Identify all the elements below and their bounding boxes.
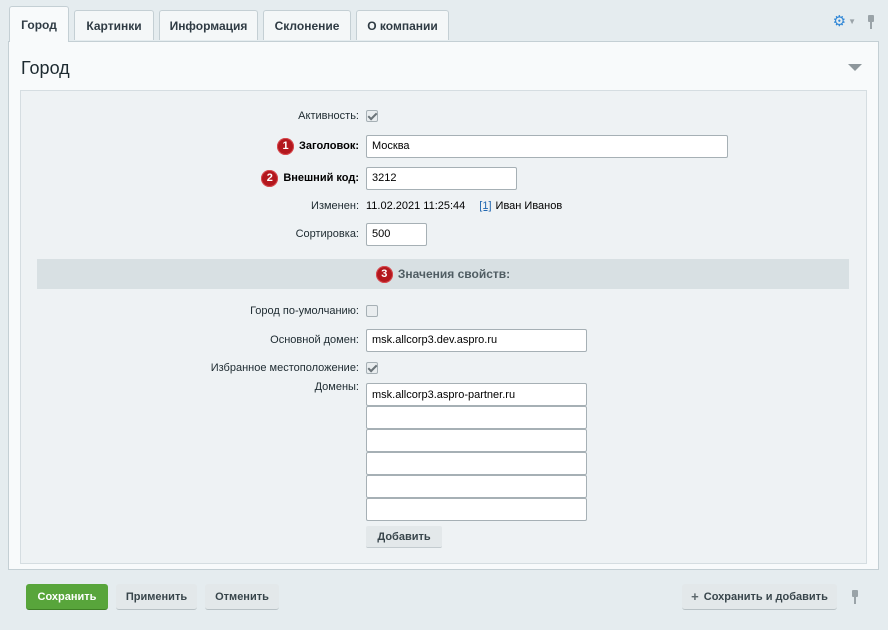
step-badge-3: 3 — [375, 265, 393, 283]
default-city-label: Город по-умолчанию: — [250, 305, 359, 317]
save-button[interactable]: Сохранить — [26, 584, 108, 610]
favorite-location-checkbox[interactable] — [366, 362, 378, 374]
sort-input[interactable]: 500 — [366, 222, 427, 246]
domains-label: Домены: — [314, 381, 359, 393]
tab-declension[interactable]: Склонение — [263, 10, 351, 40]
collapse-icon[interactable] — [848, 64, 862, 71]
modified-date: 11.02.2021 11:25:44 — [366, 200, 466, 212]
modified-label: Изменен: — [311, 200, 359, 212]
external-code-label-wrap: 2 Внешний код: — [261, 166, 359, 190]
apply-button[interactable]: Применить — [116, 584, 197, 610]
save-and-add-button[interactable]: + Сохранить и добавить — [682, 584, 837, 610]
tab-tools: ⚙ ▼ — [833, 14, 876, 29]
default-city-checkbox[interactable] — [366, 305, 378, 317]
add-domain-button[interactable]: Добавить — [366, 526, 442, 548]
footer-toolbar: Сохранить Применить Отменить + Сохранить… — [0, 570, 888, 630]
properties-section-header: 3 Значения свойств: — [37, 259, 849, 289]
step-badge-2: 2 — [261, 169, 279, 187]
pin-icon[interactable] — [850, 590, 860, 604]
save-and-add-label: Сохранить и добавить — [703, 590, 828, 603]
pin-icon[interactable] — [866, 14, 876, 29]
properties-header-label: Значения свойств: — [397, 267, 511, 281]
row-modified: Изменен: 11.02.2021 11:25:44 [1] Иван Ив… — [21, 194, 866, 218]
main-domain-label: Основной домен: — [270, 334, 359, 346]
domain-input[interactable] — [366, 406, 587, 429]
settings-menu[interactable]: ⚙ ▼ — [833, 14, 856, 29]
title-label-wrap: 1 Заголовок: — [277, 134, 359, 158]
tab-information[interactable]: Информация — [159, 10, 258, 40]
step-badge-1: 1 — [277, 137, 295, 155]
gear-icon: ⚙ — [832, 13, 847, 30]
row-main-domain: Основной домен: msk.allcorp3.dev.aspro.r… — [21, 328, 866, 352]
title-label: Заголовок: — [299, 140, 359, 152]
row-default-city: Город по-умолчанию: — [21, 299, 866, 323]
chevron-down-icon: ▼ — [848, 17, 856, 26]
active-label: Активность: — [298, 110, 359, 122]
external-code-label: Внешний код: — [283, 172, 359, 184]
section-title: Город — [21, 58, 70, 78]
tab-pictures[interactable]: Картинки — [74, 10, 154, 40]
modified-user-name: Иван Иванов — [495, 200, 563, 212]
tab-about-company[interactable]: О компании — [356, 10, 449, 40]
active-checkbox[interactable] — [366, 110, 378, 122]
external-code-input[interactable]: 3212 — [366, 166, 517, 190]
row-active: Активность: — [21, 104, 866, 128]
edit-panel: Город Активность: 1 Заголовок: Москва 2 … — [8, 41, 879, 570]
modified-info: 11.02.2021 11:25:44 [1] Иван Иванов — [366, 200, 562, 212]
domain-input[interactable] — [366, 498, 587, 521]
title-input[interactable]: Москва — [366, 134, 728, 158]
sort-label: Сортировка: — [295, 228, 359, 240]
main-domain-input[interactable]: msk.allcorp3.dev.aspro.ru — [366, 328, 587, 352]
tab-city[interactable]: Город — [9, 6, 69, 42]
plus-icon: + — [691, 589, 699, 604]
domain-input[interactable] — [366, 452, 587, 475]
domains-list: msk.allcorp3.aspro-partner.ru — [366, 383, 587, 521]
domain-input[interactable] — [366, 475, 587, 498]
domain-input[interactable] — [366, 429, 587, 452]
row-external-code: 2 Внешний код: 3212 — [21, 166, 866, 190]
form-area: Активность: 1 Заголовок: Москва 2 Внешни… — [20, 90, 867, 564]
tab-bar: Город Картинки Информация Склонение О ко… — [0, 0, 888, 42]
modified-user-link[interactable]: [1] — [479, 200, 491, 212]
row-favorite-location: Избранное местоположение: — [21, 356, 866, 380]
domain-input[interactable]: msk.allcorp3.aspro-partner.ru — [366, 383, 587, 406]
row-sort: Сортировка: 500 — [21, 222, 866, 246]
row-title: 1 Заголовок: Москва — [21, 134, 866, 158]
cancel-button[interactable]: Отменить — [205, 584, 279, 610]
favorite-location-label: Избранное местоположение: — [210, 362, 359, 374]
